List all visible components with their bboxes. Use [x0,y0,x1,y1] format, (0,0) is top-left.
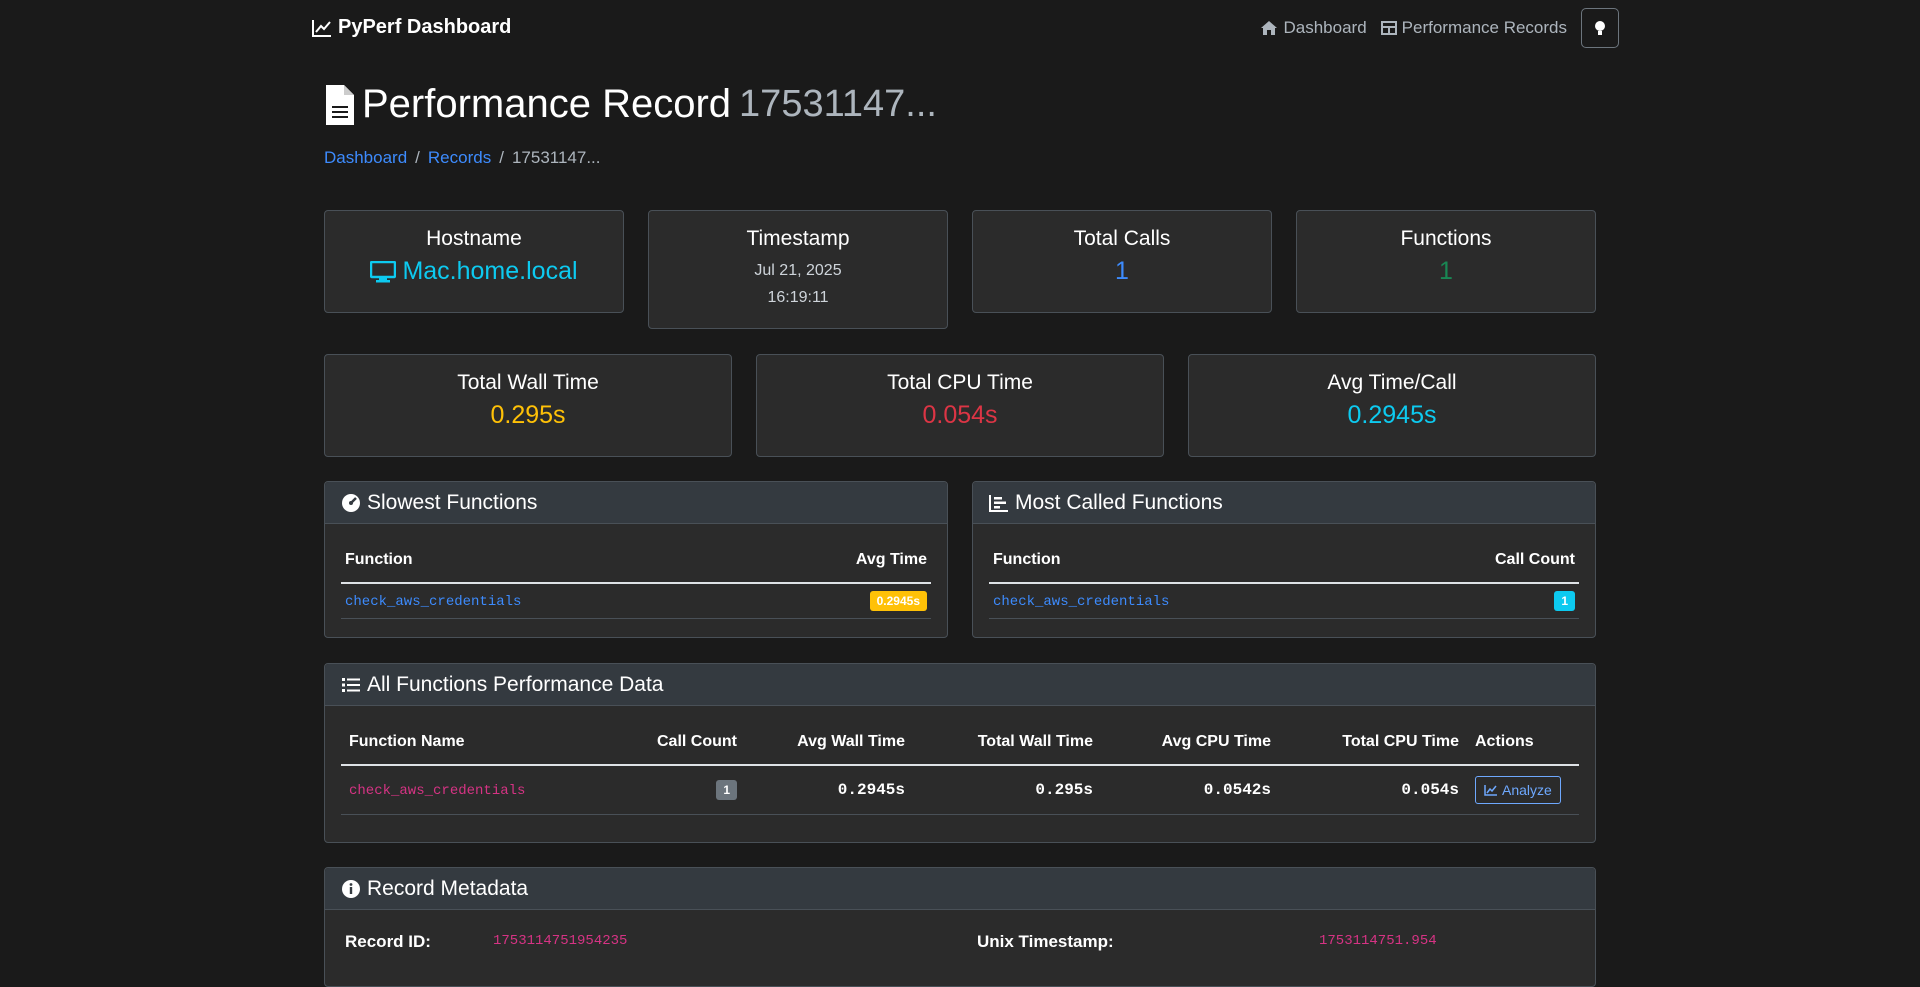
bar-chart-icon [989,494,1008,512]
all-functions-panel: All Functions Performance Data Function … [324,663,1596,843]
all-functions-header: All Functions Performance Data [325,664,1595,706]
metadata-title: Record Metadata [367,876,529,900]
unix-timestamp-label: Unix Timestamp: [977,932,1114,951]
cpu-time-card: Total CPU Time 0.054s [756,354,1164,457]
most-called-title: Most Called Functions [1015,490,1223,514]
avg-time-value: 0.2945s [1347,401,1437,429]
wall-time-card: Total Wall Time 0.295s [324,354,732,457]
unix-timestamp-value: 1753114751.954 [1319,933,1437,949]
desktop-icon [370,260,397,282]
chart-line-icon [1484,785,1497,796]
wall-time-value: 0.295s [490,401,566,429]
slowest-functions-table: Function Avg Time check_aws_credentials … [341,538,931,619]
metadata-panel: Record Metadata Record ID: 1753114751954… [324,867,1596,987]
cpu-time-value: 0.054s [922,401,998,429]
theme-toggle-button[interactable] [1581,8,1619,48]
analyze-button[interactable]: Analyze [1475,776,1561,804]
metadata-header: Record Metadata [325,868,1595,910]
total-cpu-value: 0.054s [1275,765,1463,815]
page-title: Performance Record 17531147... [324,82,937,127]
cpu-time-label: Total CPU Time [887,371,1033,394]
breadcrumb-current: 17531147... [511,148,601,167]
avg-wall-value: 0.2945s [741,765,909,815]
col-call-count: Call Count [613,720,741,766]
col-call-count: Call Count [1388,538,1579,584]
all-functions-title: All Functions Performance Data [367,672,664,696]
brand[interactable]: PyPerf Dashboard [312,16,511,39]
chart-line-icon [312,19,331,37]
table-icon [1380,21,1397,35]
col-avg-wall: Avg Wall Time [741,720,909,766]
breadcrumb-dashboard[interactable]: Dashboard [324,148,407,168]
col-avg-time: Avg Time [753,538,931,584]
total-wall-value: 0.295s [909,765,1097,815]
avg-time-badge: 0.2945s [869,591,927,611]
col-function-name: Function Name [341,720,613,766]
timestamp-date: Jul 21, 2025 [754,262,842,279]
slowest-functions-header: Slowest Functions [325,482,947,524]
slowest-functions-title: Slowest Functions [367,490,538,514]
breadcrumb-separator: / [499,148,504,167]
all-functions-table: Function Name Call Count Avg Wall Time T… [341,720,1579,815]
total-calls-value: 1 [1115,257,1129,285]
col-total-cpu: Total CPU Time [1275,720,1463,766]
function-link[interactable]: check_aws_credentials [993,594,1169,610]
breadcrumb: Dashboard / Records / 17531147... [324,148,601,168]
wall-time-label: Total Wall Time [457,371,599,394]
avg-time-card: Avg Time/Call 0.2945s [1188,354,1596,457]
table-row: check_aws_credentials 1 0.2945s 0.295s 0… [341,765,1579,815]
most-called-panel: Most Called Functions Function Call Coun… [972,481,1596,638]
avg-time-label: Avg Time/Call [1327,371,1457,394]
call-count-badge: 1 [716,780,737,800]
hostname-value-wrap: Mac.home.local [325,257,623,286]
lightbulb-icon [1595,21,1605,35]
total-calls-card: Total Calls 1 [972,210,1272,313]
col-actions: Actions [1463,720,1579,766]
info-icon [342,879,360,898]
record-id-value: 1753114751954235 [493,933,628,949]
gauge-icon [342,493,360,512]
avg-cpu-value: 0.0542s [1097,765,1275,815]
file-icon [326,84,354,125]
breadcrumb-records[interactable]: Records [428,148,491,168]
table-row: check_aws_credentials 0.2945s [341,583,931,619]
col-function: Function [341,538,754,584]
navbar: PyPerf Dashboard Dashboard Performance R… [0,0,1920,57]
col-avg-cpu: Avg CPU Time [1097,720,1275,766]
list-icon [342,677,360,692]
hostname-value: Mac.home.local [402,257,578,285]
functions-label: Functions [1400,227,1492,250]
title-text: Performance Record [362,82,732,126]
nav-dashboard-link[interactable]: Dashboard [1260,18,1367,38]
total-calls-label: Total Calls [1073,227,1171,250]
slowest-functions-panel: Slowest Functions Function Avg Time chec… [324,481,948,638]
call-count-badge: 1 [1554,591,1575,611]
hostname-label: Hostname [426,227,522,250]
record-id-label: Record ID: [345,932,431,951]
most-called-table: Function Call Count check_aws_credential… [989,538,1579,619]
col-function: Function [989,538,1389,584]
most-called-header: Most Called Functions [973,482,1595,524]
function-link[interactable]: check_aws_credentials [345,594,521,610]
home-icon [1261,21,1278,35]
analyze-label: Analyze [1502,782,1552,798]
nav-records-link[interactable]: Performance Records [1380,18,1567,38]
col-total-wall: Total Wall Time [909,720,1097,766]
nav-dashboard-label: Dashboard [1283,18,1367,37]
hostname-card: Hostname Mac.home.local [324,210,624,313]
timestamp-time: 16:19:11 [767,289,829,306]
timestamp-card: Timestamp Jul 21, 2025 16:19:11 [648,210,948,329]
breadcrumb-separator: / [415,148,420,167]
table-row: check_aws_credentials 1 [989,583,1579,619]
record-id-short: 17531147... [739,83,937,125]
function-name: check_aws_credentials [349,783,526,799]
brand-label: PyPerf Dashboard [338,16,512,38]
timestamp-label: Timestamp [746,227,850,250]
functions-card: Functions 1 [1296,210,1596,313]
nav-records-label: Performance Records [1401,18,1567,37]
functions-value: 1 [1439,257,1453,285]
